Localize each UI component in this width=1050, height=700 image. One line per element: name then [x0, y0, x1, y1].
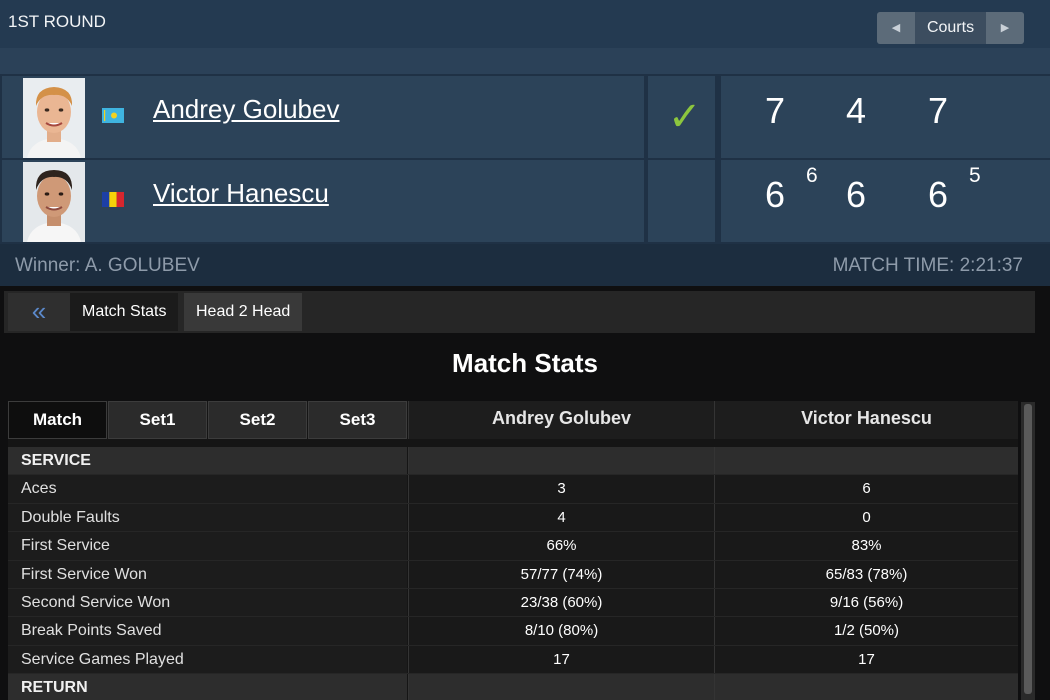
- stat-value-player1: 4: [408, 503, 714, 532]
- set-score: 7: [765, 90, 786, 131]
- stats-section-header: RETURN: [8, 674, 1018, 700]
- stat-value-player1: [408, 674, 714, 700]
- stat-label: Aces: [8, 475, 407, 503]
- tiebreak-score: 6: [806, 164, 818, 187]
- stat-value-player2: 65/83 (78%): [714, 560, 1018, 588]
- match-time: MATCH TIME: 2:21:37: [832, 255, 1023, 276]
- stats-row: Service Games Played 17 17: [8, 645, 1018, 675]
- result-bar: Winner: A. GOLUBEV MATCH TIME: 2:21:37: [0, 244, 1050, 286]
- set-score: 6: [846, 174, 867, 215]
- stat-value-player1: 17: [408, 645, 714, 674]
- period-tab-set3[interactable]: Set3: [308, 401, 407, 439]
- stat-value-player1: 66%: [408, 532, 714, 560]
- stat-label: Service Games Played: [8, 645, 407, 674]
- stats-row: First Service 66% 83%: [8, 532, 1018, 561]
- stat-label: RETURN: [8, 674, 407, 700]
- header-divider: [0, 48, 1050, 74]
- stat-label: First Service Won: [8, 560, 407, 588]
- player-photo-golubev: [23, 78, 85, 158]
- player-row-1: Andrey Golubev ✓ 7 4 7: [0, 76, 1050, 158]
- stat-value-player2: [714, 447, 1018, 475]
- stats-row: Aces 3 6: [8, 475, 1018, 504]
- scrollbar[interactable]: [1021, 402, 1035, 700]
- score-cell: 7 4 7: [721, 76, 1050, 158]
- player-name-link[interactable]: Victor Hanescu: [153, 178, 329, 209]
- scrollbar-thumb[interactable]: [1024, 404, 1032, 694]
- winner-text: Winner: A. GOLUBEV: [15, 255, 200, 276]
- scoreboard: 1ST ROUND ◀ Courts ▶ Andrey Golubev ✓ 7 …: [0, 0, 1050, 286]
- stat-value-player2: 6: [714, 475, 1018, 503]
- romania-flag-icon: [102, 192, 124, 207]
- column-header-player1: Andrey Golubev: [408, 401, 714, 439]
- stat-value-player2: 17: [714, 645, 1018, 674]
- period-tab-set2[interactable]: Set2: [208, 401, 307, 439]
- stat-value-player1: 8/10 (80%): [408, 617, 714, 645]
- stat-value-player2: 9/16 (56%): [714, 588, 1018, 617]
- player-info-cell: Victor Hanescu: [2, 160, 644, 242]
- stat-value-player1: 3: [408, 475, 714, 503]
- stat-value-player2: [714, 674, 1018, 700]
- stat-label: First Service: [8, 532, 407, 560]
- check-mark-icon: ✓: [668, 94, 702, 140]
- set-score: 6: [765, 174, 786, 215]
- tabs-bar: « Match Stats Head 2 Head: [4, 291, 1035, 333]
- stat-value-player1: [408, 447, 714, 475]
- column-header-player2: Victor Hanescu: [714, 401, 1018, 439]
- tab-match-stats[interactable]: Match Stats: [70, 293, 179, 331]
- stats-row: Second Service Won 23/38 (60%) 9/16 (56%): [8, 588, 1018, 618]
- tab-head-2-head[interactable]: Head 2 Head: [184, 293, 303, 331]
- stat-label: Second Service Won: [8, 588, 407, 617]
- courts-button[interactable]: Courts: [915, 12, 986, 44]
- tiebreak-score: 5: [969, 164, 981, 187]
- stat-label: Double Faults: [8, 503, 407, 532]
- stats-section-header: SERVICE: [8, 447, 1018, 476]
- player-name-link[interactable]: Andrey Golubev: [153, 94, 339, 125]
- score-cell: 6 6 6 6 5: [721, 160, 1050, 242]
- stat-value-player1: 57/77 (74%): [408, 560, 714, 588]
- set-score: 6: [928, 174, 949, 215]
- period-tab-match[interactable]: Match: [8, 401, 107, 439]
- player-row-2: Victor Hanescu 6 6 6 6 5: [0, 160, 1050, 242]
- stats-title: Match Stats: [452, 348, 598, 378]
- stats-row: First Service Won 57/77 (74%) 65/83 (78%): [8, 560, 1018, 589]
- stat-label: SERVICE: [8, 447, 407, 475]
- stat-value-player2: 0: [714, 503, 1018, 532]
- period-tab-set1[interactable]: Set1: [108, 401, 207, 439]
- courts-prev-button[interactable]: ◀: [877, 12, 915, 44]
- set-score: 7: [928, 90, 949, 131]
- player-photo-hanescu: [23, 162, 85, 242]
- player-info-cell: Andrey Golubev: [2, 76, 644, 158]
- round-bar: 1ST ROUND ◀ Courts ▶: [0, 0, 1050, 48]
- stat-label: Break Points Saved: [8, 617, 407, 645]
- kazakhstan-flag-icon: [102, 108, 124, 123]
- winner-indicator-cell: [648, 160, 715, 242]
- courts-nav: ◀ Courts ▶: [877, 12, 1024, 44]
- stats-row: Double Faults 4 0: [8, 503, 1018, 533]
- winner-indicator-cell: ✓: [648, 76, 715, 158]
- stat-value-player1: 23/38 (60%): [408, 588, 714, 617]
- courts-next-button[interactable]: ▶: [986, 12, 1024, 44]
- stats-rows: SERVICE Aces 3 6 Double Faults 4 0 First Servic…: [8, 447, 1018, 700]
- stats-table: Match Set1 Set2 Set3 Andrey Golubev Vict…: [8, 401, 1018, 700]
- set-score: 4: [846, 90, 867, 131]
- back-arrow-icon[interactable]: «: [8, 293, 70, 331]
- round-label: 1ST ROUND: [8, 12, 106, 31]
- period-tabs: Match Set1 Set2 Set3: [8, 401, 408, 439]
- stat-value-player2: 83%: [714, 532, 1018, 560]
- stat-value-player2: 1/2 (50%): [714, 617, 1018, 645]
- stats-row: Break Points Saved 8/10 (80%) 1/2 (50%): [8, 617, 1018, 646]
